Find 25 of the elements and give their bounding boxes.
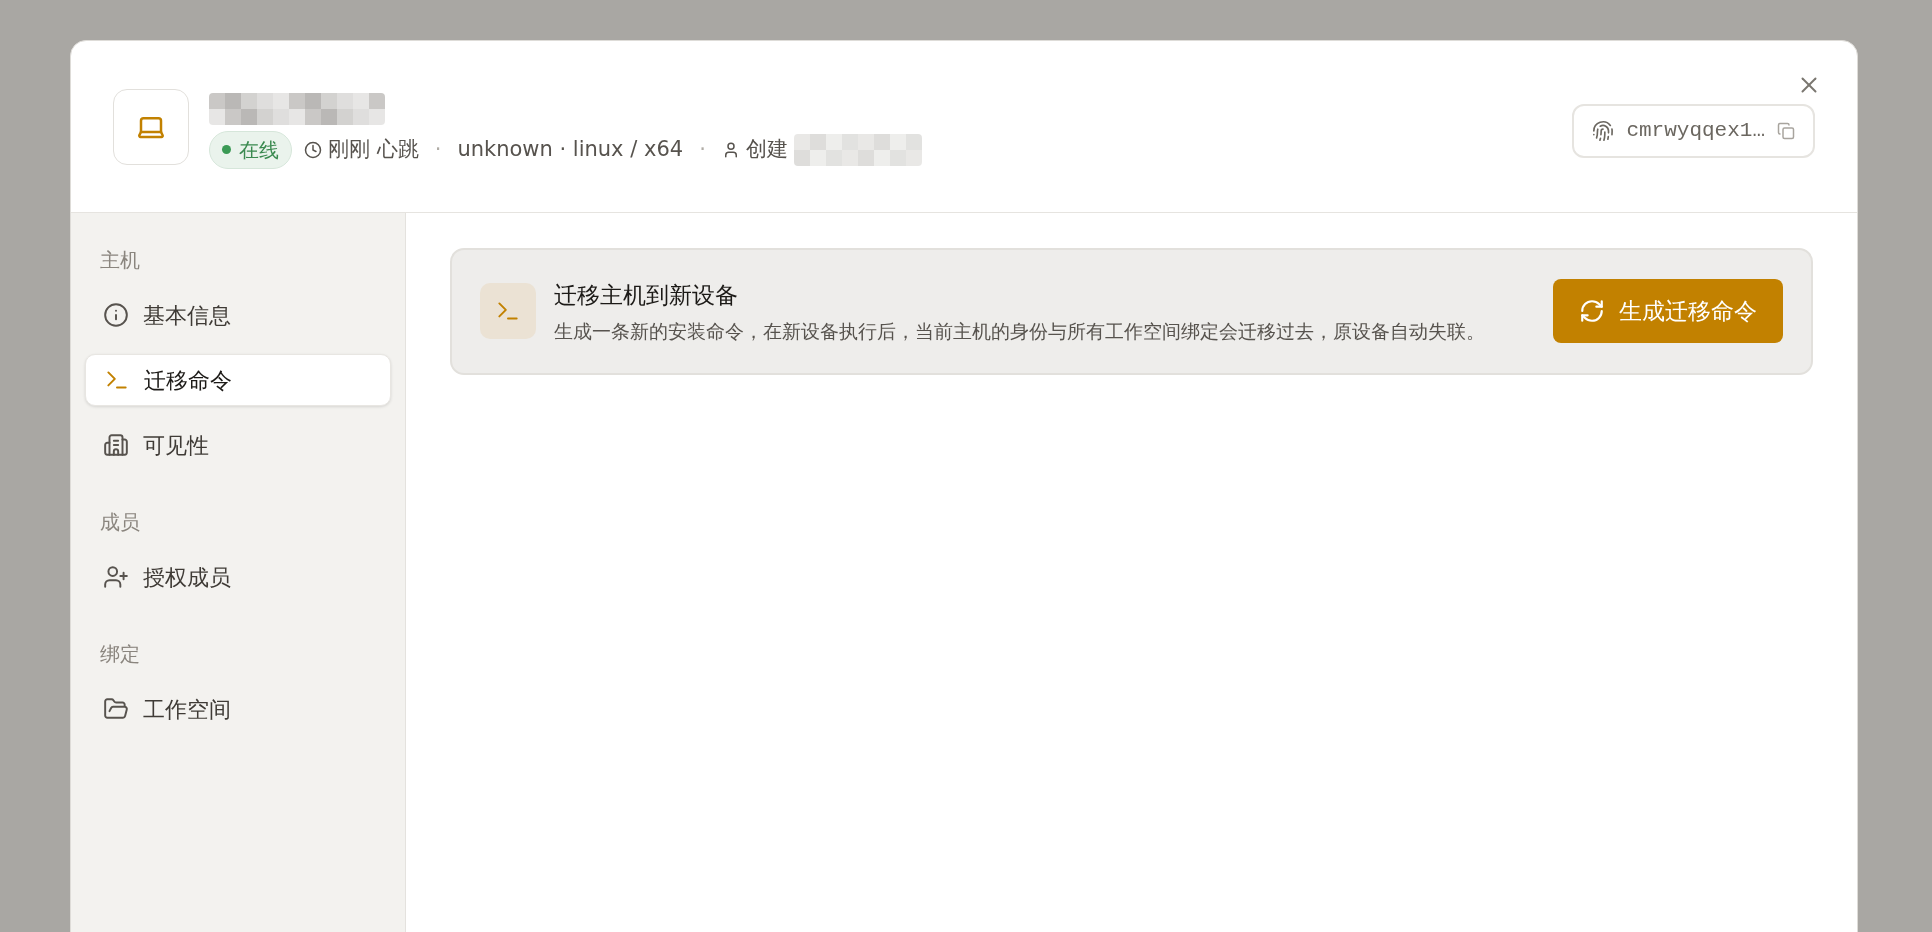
fingerprint-icon — [1592, 119, 1615, 142]
refresh-icon — [1579, 298, 1605, 325]
sidebar-section-label: 成员 — [99, 509, 141, 536]
building-icon — [103, 432, 129, 458]
add-user-icon — [103, 564, 129, 590]
heartbeat-text: 刚刚 心跳 — [328, 135, 419, 163]
sidebar-item[interactable]: 可见性 — [85, 419, 391, 471]
host-id: cmrwyqqex1… — [1626, 117, 1765, 144]
clock-icon — [304, 140, 322, 159]
sidebar-item[interactable]: 授权成员 — [85, 551, 391, 603]
sidebar-item[interactable]: 迁移命令 — [85, 354, 391, 406]
sidebar-item[interactable]: 工作空间 — [85, 683, 391, 735]
separator-dot: · — [433, 135, 443, 163]
creator-label: 创建 — [745, 135, 788, 163]
card-title: 迁移主机到新设备 — [554, 281, 739, 310]
sidebar-section-label: 主机 — [99, 247, 141, 274]
status-badge: 在线 — [209, 130, 292, 169]
folder-icon — [103, 696, 129, 722]
copy-icon[interactable] — [1777, 121, 1795, 140]
info-icon — [103, 302, 129, 328]
separator-dot: · — [698, 135, 707, 163]
sidebar-item[interactable]: 基本信息 — [85, 289, 391, 341]
sidebar-section-label: 绑定 — [99, 641, 141, 668]
card-description: 生成一条新的安装命令，在新设备执行后，当前主机的身份与所有工作空间绑定会迁移过去，原设备自动失联。 — [554, 318, 1486, 344]
platform-text: unknown · linux / x64 — [457, 135, 684, 163]
